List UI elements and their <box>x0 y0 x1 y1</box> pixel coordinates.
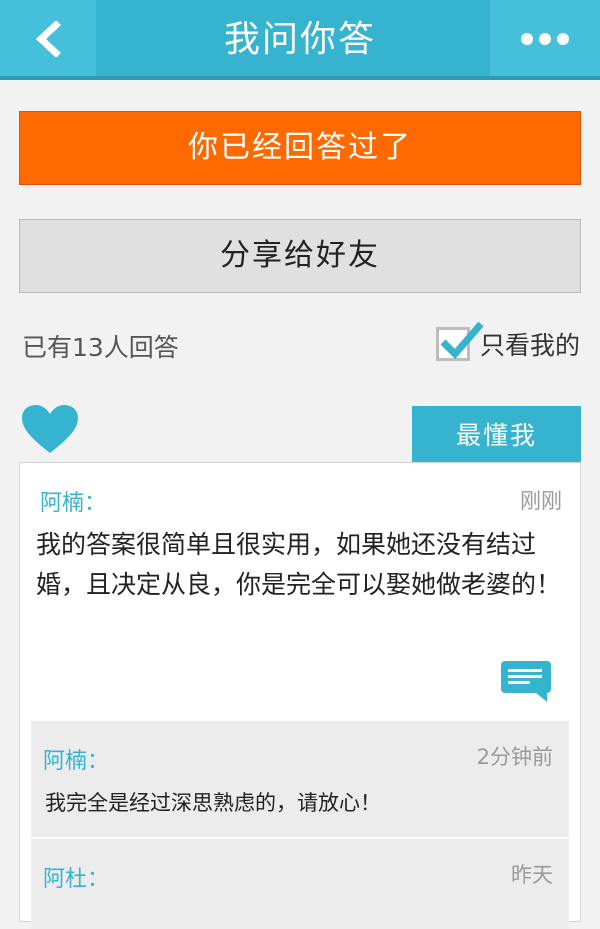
checkmark-icon <box>440 321 484 360</box>
more-dots-icon <box>521 33 569 45</box>
answer-time: 刚刚 <box>520 489 562 513</box>
reply-author[interactable]: 阿楠： <box>43 743 109 775</box>
reply-time: 昨天 <box>511 863 553 887</box>
top-bar-shadow <box>0 76 600 80</box>
comment-icon[interactable] <box>501 661 551 703</box>
reply-item: 阿杜： 昨天 <box>31 839 569 929</box>
reply-text: 我完全是经过深思熟虑的，请放心！ <box>45 791 381 815</box>
answered-button[interactable]: 你已经回答过了 <box>19 111 581 185</box>
only-mine-label: 只看我的 <box>479 331 580 360</box>
reply-item: 阿楠： 2分钟前 我完全是经过深思熟虑的，请放心！ <box>31 721 569 837</box>
answer-count: 已有13人回答 <box>22 333 179 362</box>
heart-icon[interactable] <box>22 405 78 455</box>
reply-author[interactable]: 阿杜： <box>43 861 109 893</box>
more-button[interactable] <box>490 0 600 78</box>
top-bar: 我问你答 <box>0 0 600 80</box>
answer-author[interactable]: 阿楠： <box>40 485 106 517</box>
only-mine-toggle[interactable]: 只看我的 <box>435 321 580 362</box>
answer-card: 阿楠： 刚刚 我的答案很简单且很实用，如果她还没有结过婚，且决定从良，你是完全可… <box>19 462 581 929</box>
share-button[interactable]: 分享给好友 <box>19 219 581 293</box>
answer-content: 我的答案很简单且很实用，如果她还没有结过婚，且决定从良，你是完全可以娶她做老婆的… <box>36 530 562 599</box>
tab-best-understand[interactable]: 最懂我 <box>412 406 581 463</box>
reply-time: 2分钟前 <box>476 745 553 769</box>
only-mine-checkbox[interactable] <box>435 321 484 361</box>
